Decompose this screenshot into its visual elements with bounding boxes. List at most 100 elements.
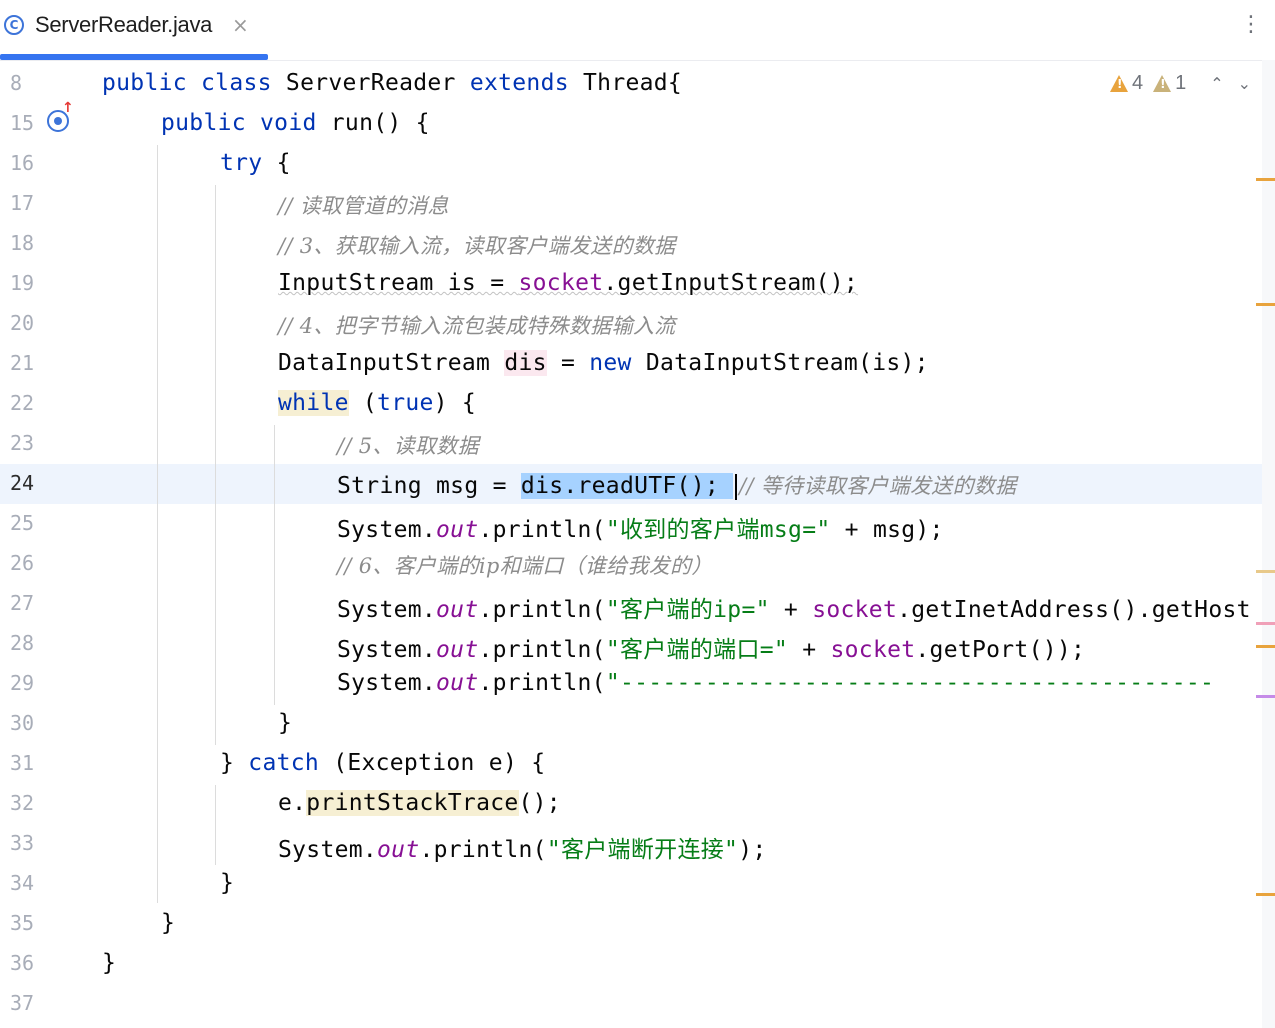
code-token: true — [377, 390, 434, 416]
code-line-36[interactable]: 36} — [0, 944, 1262, 984]
line-number[interactable]: 15 — [10, 111, 50, 135]
code-text: System.out.println("客户端断开连接"); — [278, 830, 767, 864]
line-number[interactable]: 8 — [10, 71, 50, 95]
code-text: } — [278, 710, 292, 736]
code-text: while (true) { — [278, 390, 476, 416]
code-line-23[interactable]: 23 // 5、读取数据 — [0, 424, 1262, 464]
line-number[interactable]: 22 — [10, 391, 50, 415]
code-token: new — [589, 350, 646, 376]
line-number[interactable]: 17 — [10, 191, 50, 215]
code-line-33[interactable]: 33 System.out.println("客户端断开连接"); — [0, 824, 1262, 864]
code-text: } — [102, 950, 116, 976]
line-number[interactable]: 33 — [10, 831, 50, 855]
close-icon[interactable]: × — [232, 13, 249, 37]
warning-marker[interactable] — [1256, 645, 1275, 648]
code-token: socket — [518, 270, 604, 296]
code-text: // 5、读取数据 — [337, 430, 479, 460]
line-number[interactable]: 23 — [10, 431, 50, 455]
code-line-32[interactable]: 32 e.printStackTrace(); — [0, 784, 1262, 824]
code-text: System.out.println("--------------------… — [337, 670, 1214, 696]
editor-tab-bar: C ServerReader.java × ⋮ — [0, 0, 1275, 61]
code-line-17[interactable]: 17 // 读取管道的消息 — [0, 184, 1262, 224]
code-text: } catch (Exception e) { — [220, 750, 545, 776]
line-number[interactable]: 30 — [10, 711, 50, 735]
code-token: "客户端断开连接" — [546, 837, 739, 863]
code-token: (Exception e) { — [333, 750, 546, 776]
code-line-15[interactable]: 15 public void run() { — [0, 104, 1262, 144]
code-token: void — [260, 110, 331, 136]
line-number[interactable]: 32 — [10, 791, 50, 815]
code-token: // 5、读取数据 — [337, 434, 479, 458]
error-stripe[interactable] — [1262, 60, 1275, 1028]
code-line-27[interactable]: 27 System.out.println("客户端的ip=" + socket.… — [0, 584, 1262, 624]
warning-marker[interactable] — [1256, 695, 1275, 698]
code-token: .getInputStream(); — [603, 270, 859, 296]
warning-marker[interactable] — [1256, 622, 1275, 625]
code-token: class — [201, 70, 286, 96]
line-number[interactable]: 21 — [10, 351, 50, 375]
warning-marker[interactable] — [1256, 178, 1275, 181]
line-number[interactable]: 36 — [10, 951, 50, 975]
warning-marker[interactable] — [1256, 570, 1275, 573]
warning-marker[interactable] — [1256, 303, 1275, 306]
line-number[interactable]: 34 — [10, 871, 50, 895]
code-line-25[interactable]: 25 System.out.println("收到的客户端msg=" + msg)… — [0, 504, 1262, 544]
code-token: out — [377, 837, 420, 863]
code-text: e.printStackTrace(); — [278, 790, 561, 816]
code-token: out — [436, 637, 479, 663]
code-token: .println( — [478, 597, 606, 623]
code-token: out — [436, 597, 479, 623]
code-line-22[interactable]: 22 while (true) { — [0, 384, 1262, 424]
code-text: public void run() { — [161, 110, 430, 136]
code-token: String msg = — [337, 473, 521, 499]
warning-marker[interactable] — [1256, 893, 1275, 896]
line-number[interactable]: 24 — [10, 471, 50, 495]
line-number[interactable]: 27 — [10, 591, 50, 615]
line-number[interactable]: 37 — [10, 991, 50, 1015]
code-token: } — [220, 750, 249, 776]
code-line-18[interactable]: 18 // 3、获取输入流，读取客户端发送的数据 — [0, 224, 1262, 264]
line-number[interactable]: 20 — [10, 311, 50, 335]
override-method-icon[interactable] — [47, 100, 74, 132]
line-number[interactable]: 26 — [10, 551, 50, 575]
code-token: try — [220, 150, 277, 176]
code-line-28[interactable]: 28 System.out.println("客户端的端口=" + socket.… — [0, 624, 1262, 664]
code-text: System.out.println("客户端的端口=" + socket.ge… — [337, 630, 1085, 664]
line-number[interactable]: 28 — [10, 631, 50, 655]
line-number[interactable]: 19 — [10, 271, 50, 295]
line-number[interactable]: 35 — [10, 911, 50, 935]
code-line-8[interactable]: 8 public class ServerReader extends Threa… — [0, 64, 1262, 104]
code-token: catch — [248, 750, 334, 776]
line-number[interactable]: 16 — [10, 151, 50, 175]
code-line-24[interactable]: 24 String msg = dis.readUTF(); // 等待读取客户端… — [0, 464, 1262, 504]
code-line-35[interactable]: 35} — [0, 904, 1262, 944]
code-token: } — [278, 710, 293, 736]
code-line-30[interactable]: 30} — [0, 704, 1262, 744]
code-token: // 等待读取客户端发送的数据 — [739, 474, 1017, 498]
line-number[interactable]: 25 — [10, 511, 50, 535]
code-line-31[interactable]: 31} catch (Exception e) { — [0, 744, 1262, 784]
code-line-26[interactable]: 26 // 6、客户端的ip和端口（谁给我发的） — [0, 544, 1262, 584]
code-token: // 3、获取输入流，读取客户端发送的数据 — [278, 234, 676, 258]
code-line-21[interactable]: 21 DataInputStream dis = new DataInputStr… — [0, 344, 1262, 384]
line-number[interactable]: 29 — [10, 671, 50, 695]
line-number[interactable]: 18 — [10, 231, 50, 255]
code-line-19[interactable]: 19 InputStream is = socket.getInputStream… — [0, 264, 1262, 304]
tab-server-reader[interactable]: C ServerReader.java × — [0, 0, 268, 60]
indent-guide — [274, 425, 275, 705]
code-line-29[interactable]: 29 System.out.println("------------------… — [0, 664, 1262, 704]
code-token: ( — [348, 390, 378, 416]
line-number[interactable]: 31 — [10, 751, 50, 775]
code-line-20[interactable]: 20 // 4、把字节输入流包装成特殊数据输入流 — [0, 304, 1262, 344]
code-token: } — [102, 950, 117, 976]
code-token: Thread{ — [583, 70, 683, 96]
code-line-37[interactable]: 37 — [0, 984, 1262, 1024]
more-options-icon[interactable]: ⋮ — [1240, 12, 1262, 37]
code-token: + msg); — [830, 517, 944, 543]
code-text: } — [220, 870, 234, 896]
code-token: ServerReader — [285, 70, 470, 96]
code-token: "---------------------------------------… — [605, 670, 1215, 696]
code-text: InputStream is = socket.getInputStream()… — [278, 270, 858, 296]
code-line-16[interactable]: 16 try { — [0, 144, 1262, 184]
code-line-34[interactable]: 34} — [0, 864, 1262, 904]
